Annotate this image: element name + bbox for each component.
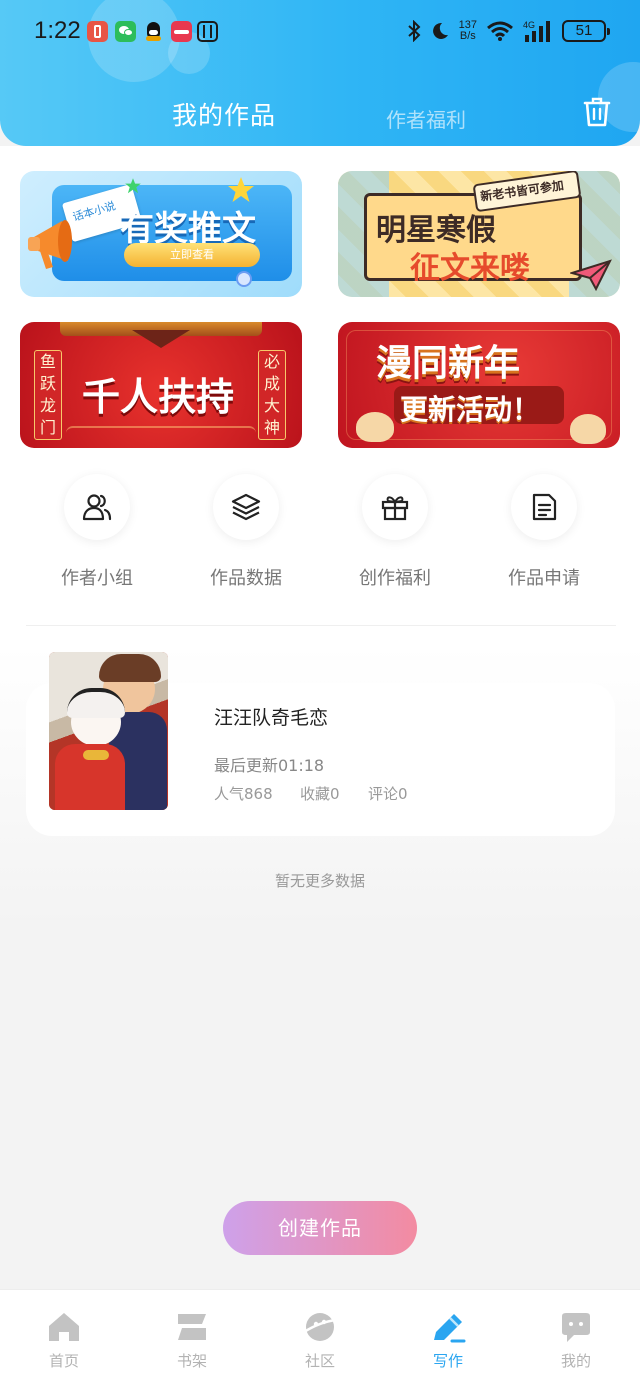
tab-community[interactable]: 社区 <box>256 1290 384 1387</box>
wechat-icon <box>115 21 136 42</box>
tab-author-benefits[interactable]: 作者福利 <box>386 104 466 133</box>
tab-mine-label: 我的 <box>560 1352 591 1370</box>
work-title[interactable]: 汪汪队奇毛恋 <box>214 703 328 730</box>
app-root: { "status_bar": {"time":"1:22","net_spee… <box>0 0 640 1387</box>
decor-ball <box>570 414 606 444</box>
top-header: 1:22 137 B/s 4G 51 我的作品 作者福利 <box>0 0 640 146</box>
tab-bookshelf-label: 书架 <box>176 1352 207 1370</box>
right-couplet: 必成大神 <box>258 350 286 440</box>
star-small-icon <box>125 178 141 194</box>
decor-circle <box>236 271 252 287</box>
document-icon <box>532 493 557 521</box>
creation-benefits-label: 创作福利 <box>359 568 431 589</box>
battery-indicator: 51 <box>562 20 610 42</box>
net-speed-unit: B/s <box>459 30 476 42</box>
net-speed: 137 B/s <box>459 20 477 42</box>
paper-plane-icon <box>570 259 612 291</box>
status-bar: 1:22 137 B/s 4G 51 <box>0 0 640 64</box>
banner-winter-contest[interactable]: 新老书皆可参加 明星寒假 征文来喽 <box>338 171 620 297</box>
work-data-label: 作品数据 <box>210 568 282 589</box>
svg-text:4G: 4G <box>523 20 535 30</box>
banner-title-line1: 漫同新年 <box>376 343 521 384</box>
cover-figure-hair <box>99 654 161 682</box>
users-icon <box>82 494 112 521</box>
tab-home[interactable]: 首页 <box>0 1290 128 1387</box>
layers-icon <box>231 493 261 521</box>
tab-bookshelf[interactable]: 书架 <box>128 1290 256 1387</box>
notification-app-icon <box>87 21 108 42</box>
banner-reward-promotion[interactable]: 话本小说 有奖推文 立即查看 <box>20 171 302 297</box>
scroll-ornament <box>132 330 190 348</box>
work-popularity: 人气868 <box>214 785 273 803</box>
tab-home-label: 首页 <box>48 1352 79 1370</box>
pen-icon <box>434 1314 466 1343</box>
system-status-icons: 137 B/s 4G 51 <box>407 16 610 46</box>
work-favorites: 收藏0 <box>300 785 340 803</box>
work-last-update: 最后更新01:18 <box>214 756 325 775</box>
banner-title: 千人扶持 <box>82 375 235 419</box>
tab-community-label: 社区 <box>304 1352 335 1370</box>
banner-title-line2: 征文来喽 <box>410 251 530 286</box>
bottom-tab-bar: 首页 书架 社区 写作 我的 <box>0 1289 640 1387</box>
nfc-icon <box>197 21 218 42</box>
home-icon <box>49 1313 79 1341</box>
author-group-label: 作者小组 <box>61 568 133 589</box>
gift-icon <box>381 496 409 521</box>
status-time: 1:22 <box>34 17 81 44</box>
megaphone-icon <box>28 220 72 269</box>
section-divider <box>26 625 616 626</box>
chat-bubble-icon <box>562 1313 590 1342</box>
bookshelf-icon <box>178 1314 206 1340</box>
work-application-label: 作品申请 <box>508 568 580 589</box>
create-work-button[interactable]: 创建作品 <box>223 1201 417 1255</box>
banner-title-line2: 更新活动！ <box>400 393 541 426</box>
wifi-icon <box>487 21 513 41</box>
tab-mine[interactable]: 我的 <box>512 1290 640 1387</box>
tab-my-works[interactable]: 我的作品 <box>172 96 276 132</box>
planet-icon <box>303 1313 337 1341</box>
banner-support-program[interactable]: 鱼跃龙门 必成大神 千人扶持 <box>20 322 302 448</box>
left-couplet: 鱼跃龙门 <box>34 350 62 440</box>
author-group-button[interactable] <box>64 474 130 540</box>
banner-new-year-update[interactable]: 漫同新年 更新活动！ <box>338 322 620 448</box>
qq-icon <box>143 21 164 42</box>
work-data-button[interactable] <box>213 474 279 540</box>
work-cover-image[interactable] <box>49 652 168 810</box>
tab-write-label: 写作 <box>432 1352 463 1370</box>
shopping-app-icon <box>171 21 192 42</box>
work-comments: 评论0 <box>368 785 408 803</box>
no-more-data-text: 暂无更多数据 <box>274 872 365 890</box>
trash-icon[interactable] <box>582 96 612 128</box>
creation-benefits-button[interactable] <box>362 474 428 540</box>
star-icon <box>228 177 254 202</box>
wave-decor <box>66 426 256 440</box>
bluetooth-icon <box>407 20 421 42</box>
decor-ball <box>356 412 394 442</box>
cellular-signal-icon: 4G <box>523 20 550 42</box>
banner-view-button[interactable]: 立即查看 <box>124 243 260 267</box>
work-application-button[interactable] <box>511 474 577 540</box>
cover-collar <box>83 750 109 760</box>
tab-write[interactable]: 写作 <box>384 1290 512 1387</box>
do-not-disturb-moon-icon <box>432 22 448 39</box>
